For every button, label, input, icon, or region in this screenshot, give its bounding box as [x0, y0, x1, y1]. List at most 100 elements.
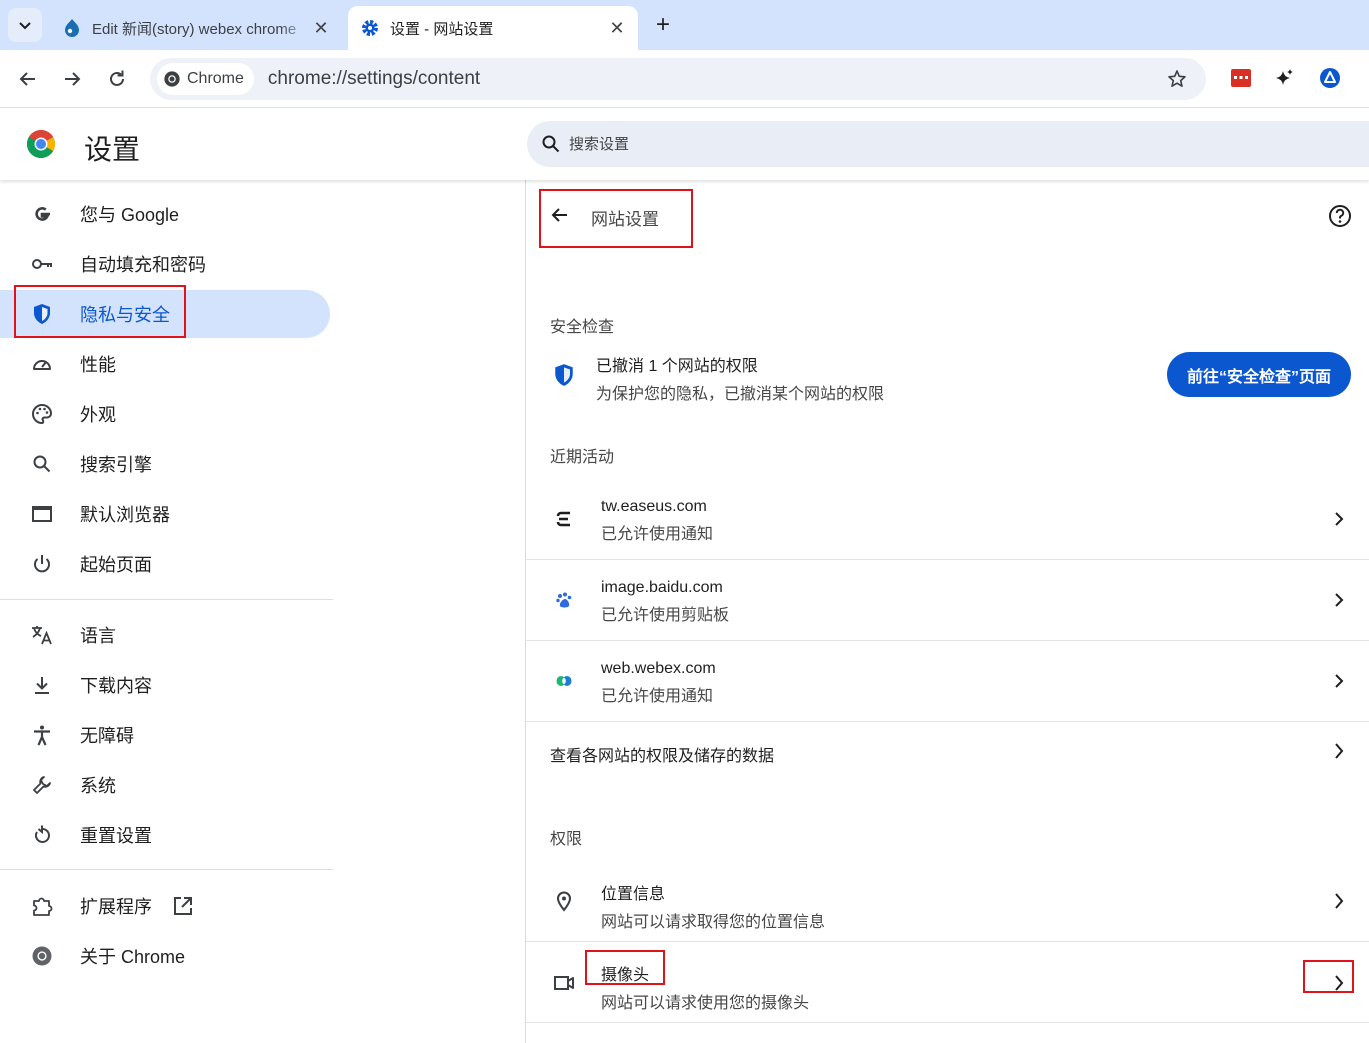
- site-permission-status: 已允许使用通知: [601, 688, 714, 705]
- help-icon: [1329, 205, 1351, 227]
- drupal-icon: [65, 19, 79, 37]
- sidebar-item-label: 无障碍: [80, 726, 134, 746]
- sidebar-item-about[interactable]: 关于 Chrome: [0, 932, 330, 980]
- sidebar-divider: [0, 869, 333, 870]
- chevron-right-icon: [1331, 511, 1347, 527]
- recent-site-row[interactable]: web.webex.com 已允许使用通知: [526, 640, 1369, 721]
- sidebar-item-label: 性能: [80, 355, 116, 375]
- browser-window-icon: [30, 502, 54, 526]
- sidebar-item-label: 默认浏览器: [80, 505, 170, 525]
- chevron-right-icon: [1331, 893, 1347, 909]
- sidebar-item-google[interactable]: 您与 Google: [0, 190, 330, 238]
- sidebar-item-appearance[interactable]: 外观: [0, 390, 330, 438]
- section-heading-permissions: 权限: [550, 831, 583, 848]
- site-info-chip[interactable]: Chrome: [157, 63, 254, 95]
- search-icon: [542, 135, 560, 153]
- palette-icon: [30, 402, 54, 426]
- sidebar-item-accessibility[interactable]: 无障碍: [0, 711, 330, 759]
- tab-strip: Edit 新闻(story) webex chrome ✕ 设置 - 网站设置 …: [0, 0, 1369, 50]
- video-camera-icon: [552, 971, 576, 995]
- chevron-right-icon: [1331, 673, 1347, 689]
- bookmark-star-button[interactable]: [1162, 64, 1192, 94]
- chevron-down-icon: [19, 22, 31, 30]
- accessibility-icon: [30, 723, 54, 747]
- section-heading-safety-check: 安全检查: [550, 319, 615, 336]
- page-title: 设置: [84, 134, 141, 165]
- sidebar-item-label: 重置设置: [80, 826, 152, 846]
- view-all-site-data-row[interactable]: 查看各网站的权限及储存的数据: [526, 721, 1369, 782]
- site-name: web.webex.com: [601, 660, 716, 677]
- chrome-icon: [30, 944, 54, 968]
- tab-title: 设置 - 网站设置: [390, 20, 494, 38]
- site-name: tw.easeus.com: [601, 498, 707, 515]
- permission-subtitle: 网站可以请求取得您的位置信息: [601, 914, 826, 931]
- chrome-icon: [164, 71, 180, 87]
- sidebar-item-performance[interactable]: 性能: [0, 340, 330, 388]
- tab-webex-edit[interactable]: Edit 新闻(story) webex chrome ✕: [50, 6, 342, 50]
- extension-button[interactable]: [1229, 66, 1253, 90]
- forward-button[interactable]: [57, 64, 87, 94]
- close-icon[interactable]: ✕: [312, 18, 330, 39]
- profile-avatar-icon: [1320, 68, 1340, 88]
- sidebar-item-label: 下载内容: [80, 676, 152, 696]
- help-button[interactable]: [1327, 203, 1353, 229]
- omnibox[interactable]: Chrome chrome://settings/content: [150, 58, 1206, 100]
- go-to-safety-check-button[interactable]: 前往“安全检查”页面: [1166, 352, 1351, 397]
- sidebar-item-label: 外观: [80, 405, 116, 425]
- power-icon: [30, 552, 54, 576]
- open-in-new-icon: [172, 895, 194, 922]
- permission-subtitle: 网站可以请求使用您的摄像头: [601, 995, 810, 1012]
- back-arrow-button[interactable]: [548, 203, 572, 227]
- sidebar-item-label: 系统: [80, 776, 116, 796]
- recent-site-row[interactable]: tw.easeus.com 已允许使用通知: [526, 478, 1369, 559]
- tab-settings[interactable]: 设置 - 网站设置 ✕: [348, 6, 638, 50]
- sparkle-icon: [1276, 69, 1293, 85]
- reload-button[interactable]: [102, 64, 132, 94]
- sidebar-item-downloads[interactable]: 下载内容: [0, 661, 330, 709]
- sidebar-item-autofill[interactable]: 自动填充和密码: [0, 240, 330, 288]
- sidebar-item-extensions[interactable]: 扩展程序: [0, 882, 330, 930]
- sidebar-item-label: 您与 Google: [80, 205, 180, 225]
- google-g-icon: [30, 202, 54, 226]
- tab-search-button[interactable]: [8, 8, 42, 42]
- sidebar-item-label: 搜索引擎: [80, 455, 152, 475]
- sidebar-item-label: 起始页面: [80, 555, 152, 575]
- gemini-button[interactable]: [1273, 66, 1297, 90]
- url-text[interactable]: chrome://settings/content: [268, 68, 1162, 90]
- sidebar-item-reset[interactable]: 重置设置: [0, 811, 330, 859]
- gear-icon: [362, 20, 378, 36]
- sidebar-item-startup[interactable]: 起始页面: [0, 540, 330, 588]
- sidebar-item-search-engine[interactable]: 搜索引擎: [0, 440, 330, 488]
- sidebar-item-label: 扩展程序: [80, 897, 152, 917]
- arrow-left-icon: [551, 208, 567, 222]
- recent-site-row[interactable]: image.baidu.com 已允许使用剪贴板: [526, 559, 1369, 640]
- close-icon[interactable]: ✕: [608, 18, 626, 39]
- search-input[interactable]: [569, 135, 1169, 153]
- permission-title: 摄像头: [601, 967, 650, 984]
- sidebar-divider: [0, 599, 333, 600]
- chevron-right-icon: [1331, 592, 1347, 608]
- permission-camera-row[interactable]: 摄像头 网站可以请求使用您的摄像头: [526, 941, 1369, 1022]
- sidebar-item-label: 关于 Chrome: [80, 947, 186, 967]
- reset-icon: [30, 823, 54, 847]
- chevron-right-icon: [1331, 743, 1347, 759]
- row-divider: [526, 1022, 1369, 1023]
- permission-location-row[interactable]: 位置信息 网站可以请求取得您的位置信息: [526, 860, 1369, 941]
- back-button[interactable]: [13, 64, 43, 94]
- sidebar-item-system[interactable]: 系统: [0, 761, 330, 809]
- search-icon: [30, 452, 54, 476]
- profile-button[interactable]: [1318, 66, 1342, 90]
- browser-toolbar: Chrome chrome://settings/content: [0, 50, 1369, 108]
- settings-search[interactable]: [527, 121, 1369, 167]
- section-heading-recent-activity: 近期活动: [550, 449, 615, 466]
- speedometer-icon: [30, 352, 54, 376]
- sidebar-item-default-browser[interactable]: 默认浏览器: [0, 490, 330, 538]
- sidebar-item-label: 自动填充和密码: [80, 255, 206, 275]
- sidebar-item-privacy[interactable]: 隐私与安全: [0, 290, 330, 338]
- view-all-site-data-label: 查看各网站的权限及储存的数据: [550, 748, 775, 765]
- key-icon: [30, 252, 54, 276]
- sidebar-item-languages[interactable]: 语言: [0, 611, 330, 659]
- settings-header: 设置: [0, 108, 1369, 180]
- new-tab-button[interactable]: +: [650, 12, 676, 38]
- permission-title: 位置信息: [601, 886, 666, 903]
